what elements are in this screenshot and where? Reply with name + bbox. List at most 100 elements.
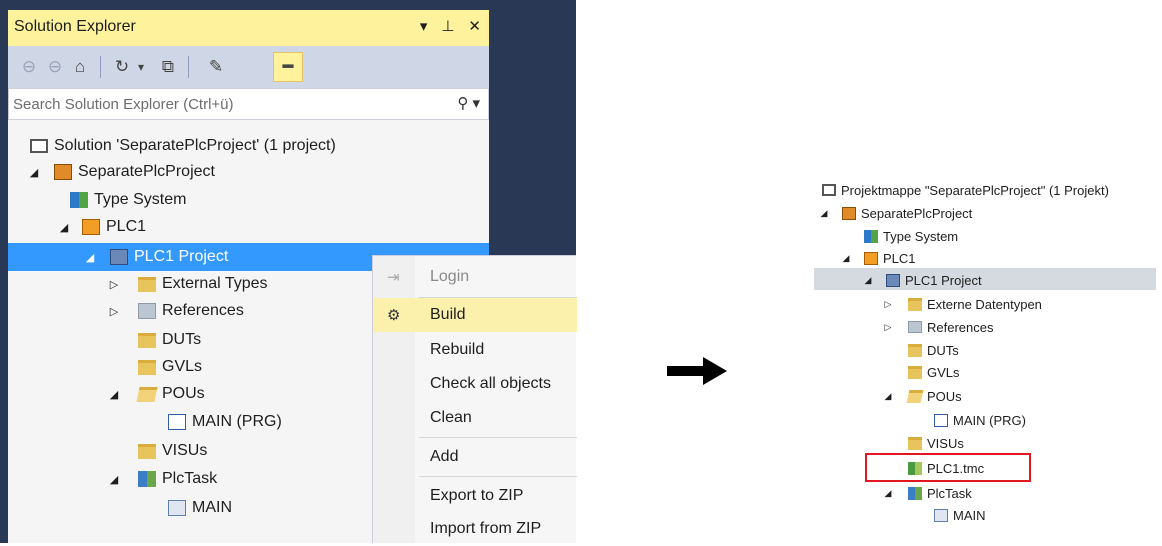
expand-icon[interactable]: ◢ (862, 275, 874, 286)
pin-icon[interactable]: ⊥ (441, 17, 454, 35)
menu-item-login[interactable]: ⇥ Login (373, 260, 577, 294)
tree-item-separateplcproject[interactable]: ◢ SeparatePlcProject (30, 160, 215, 184)
tree-item-gvls[interactable]: GVLs (138, 355, 202, 379)
minus-icon: ━ (282, 57, 294, 76)
dropdown-icon[interactable]: ▾ (420, 17, 428, 35)
type-system-icon (864, 229, 878, 243)
menu-item-import-from-zip[interactable]: Import from ZIP (373, 512, 577, 546)
tree-item-label: POUs (162, 385, 205, 402)
folder-icon (908, 365, 922, 379)
tree-item-main-task-ref[interactable]: MAIN (168, 496, 232, 520)
expand-icon[interactable]: ◢ (108, 473, 120, 486)
chevron-down-icon[interactable]: ▾ (134, 54, 148, 80)
result-tree-item-plc1-tmc[interactable]: PLC1.tmc (908, 456, 984, 480)
expand-icon[interactable]: ◢ (58, 221, 70, 234)
folder-icon (138, 443, 156, 459)
back-icon[interactable]: ⊖ (18, 54, 40, 80)
result-tree-item-separateplcproject[interactable]: ◢ SeparatePlcProject (818, 201, 973, 225)
result-tree-item-references[interactable]: ▷ References (882, 315, 994, 339)
task-icon (138, 471, 156, 487)
forward-icon[interactable]: ⊖ (44, 54, 66, 80)
tree-item-label: PLC1 (106, 218, 147, 235)
folder-icon (908, 436, 922, 450)
titlebar-controls: ▾ ⊥ ✕ (420, 17, 481, 35)
tree-item-label: MAIN (PRG) (192, 413, 282, 430)
program-icon (934, 413, 948, 427)
folder-icon (138, 276, 156, 292)
tree-item-label: DUTs (162, 331, 202, 348)
result-tree-item-plc1[interactable]: ◢ PLC1 (840, 246, 916, 270)
solution-icon (30, 139, 48, 153)
tree-item-external-types[interactable]: ▷ External Types (108, 272, 268, 296)
search-icon[interactable]: ⚲ ▾ (457, 94, 480, 112)
toolbar-separator (188, 56, 189, 78)
task-reference-icon (168, 500, 186, 516)
menu-item-check-all-objects[interactable]: Check all objects (373, 367, 577, 401)
tree-item-references[interactable]: ▷ References (108, 299, 244, 323)
result-tree-item-visus[interactable]: VISUs (908, 431, 964, 455)
expand-icon[interactable]: ◢ (882, 488, 894, 499)
menu-item-build[interactable]: ⚙ Build (373, 298, 577, 332)
tree-item-duts[interactable]: DUTs (138, 328, 201, 352)
result-tree-item-externe-datentypen[interactable]: ▷ Externe Datentypen (882, 292, 1042, 316)
tree-item-label: PLC1.tmc (927, 460, 985, 476)
expand-icon[interactable]: ◢ (108, 388, 120, 401)
properties-icon[interactable]: ✎ (204, 54, 228, 80)
result-tree-item-gvls[interactable]: GVLs (908, 360, 960, 384)
result-tree-item-main-prg[interactable]: MAIN (PRG) (934, 408, 1026, 432)
folder-icon (908, 297, 922, 311)
result-tree-item-solution[interactable]: Projektmappe "SeparatePlcProject" (1 Pro… (822, 178, 1109, 202)
tree-item-label: GVLs (162, 358, 203, 375)
close-icon[interactable]: ✕ (468, 17, 481, 35)
tree-item-label: MAIN (PRG) (953, 412, 1026, 428)
tree-item-label: DUTs (927, 342, 959, 358)
search-input[interactable]: Search Solution Explorer (Ctrl+ü) (13, 96, 234, 113)
search-box[interactable]: Search Solution Explorer (Ctrl+ü) ⚲ ▾ (8, 88, 489, 120)
expand-icon[interactable]: ◢ (818, 208, 830, 219)
history-icon[interactable]: ↻ (110, 54, 134, 80)
tree-item-label: POUs (927, 388, 962, 404)
folder-icon (908, 343, 922, 357)
tree-item-solution[interactable]: Solution 'SeparatePlcProject' (1 project… (30, 134, 336, 158)
result-tree-item-duts[interactable]: DUTs (908, 338, 959, 362)
tree-item-label: References (162, 302, 244, 319)
home-icon[interactable]: ⌂ (68, 54, 92, 80)
result-tree-item-type-system[interactable]: Type System (864, 224, 958, 248)
folder-icon (138, 332, 156, 348)
tree-item-label: VISUs (927, 435, 964, 451)
task-reference-icon (934, 508, 948, 522)
tree-item-plctask[interactable]: ◢ PlcTask (108, 467, 217, 491)
result-tree-item-plc1-project[interactable]: ◢ PLC1 Project (862, 268, 982, 292)
expand-icon[interactable]: ▷ (108, 305, 120, 318)
folder-open-icon (906, 389, 924, 403)
expand-icon[interactable]: ▷ (882, 299, 894, 310)
expand-icon[interactable]: ◢ (882, 391, 894, 402)
expand-icon[interactable]: ◢ (840, 253, 852, 264)
menu-item-add[interactable]: Add (373, 440, 577, 474)
tree-item-plc1[interactable]: ◢ PLC1 (58, 215, 146, 239)
expand-icon[interactable]: ◢ (28, 166, 40, 179)
project-icon (842, 206, 856, 220)
result-tree-item-plctask[interactable]: ◢ PlcTask (882, 481, 972, 505)
context-menu: ⇥ Login ⚙ Build Rebuild Check all object… (372, 255, 577, 546)
menu-item-rebuild[interactable]: Rebuild (373, 333, 577, 367)
expand-icon[interactable]: ◢ (84, 251, 96, 264)
tree-item-plc1-project[interactable]: ◢ PLC1 Project (84, 245, 228, 269)
tree-item-main-prg[interactable]: MAIN (PRG) (168, 410, 282, 434)
menu-item-clean[interactable]: Clean (373, 401, 577, 435)
type-system-icon (70, 192, 88, 208)
tree-item-visus[interactable]: VISUs (138, 439, 207, 463)
folder-icon (138, 359, 156, 375)
expand-icon[interactable]: ▷ (882, 322, 894, 333)
menu-item-export-to-zip[interactable]: Export to ZIP (373, 479, 577, 513)
expand-icon[interactable]: ▷ (108, 278, 120, 291)
result-tree-item-pous[interactable]: ◢ POUs (882, 384, 962, 408)
tree-item-type-system[interactable]: Type System (70, 188, 186, 212)
tree-item-label: SeparatePlcProject (78, 163, 215, 180)
tree-item-pous[interactable]: ◢ POUs (108, 382, 205, 406)
result-tree-item-main-task-ref[interactable]: MAIN (934, 503, 986, 527)
collapse-all-icon[interactable]: ⧉ (156, 54, 180, 80)
task-icon (908, 486, 922, 500)
right-arrow-icon (667, 357, 727, 385)
tree-item-label: References (927, 319, 994, 335)
